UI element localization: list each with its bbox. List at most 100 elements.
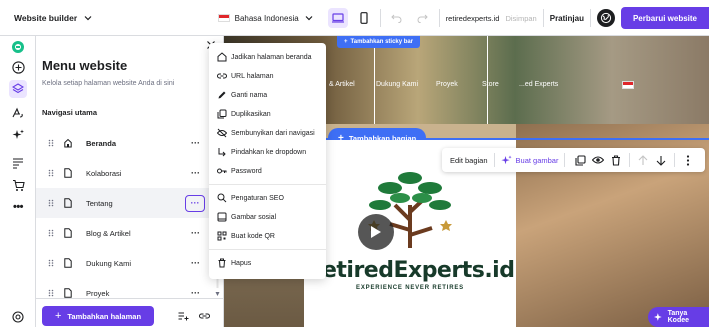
pages-button[interactable] (9, 80, 27, 98)
blog-button[interactable] (9, 154, 27, 172)
store-button[interactable] (9, 176, 27, 194)
builder-selector[interactable]: Website builder (0, 13, 93, 23)
edit-section-button[interactable]: Edit bagian (442, 156, 488, 165)
page-row-tentang[interactable]: Tentang ··· (36, 188, 222, 218)
more-vertical-icon (687, 154, 690, 166)
menu-item-social-image[interactable]: Gambar sosial (209, 207, 326, 227)
language-selector[interactable]: Bahasa Indonesia (217, 13, 314, 23)
plus-icon: + (54, 310, 62, 322)
image-icon (217, 212, 227, 222)
drag-handle-icon[interactable] (48, 199, 54, 207)
page-label: Kolaborasi (86, 168, 122, 178)
menu-item-label: URL halaman (231, 72, 274, 80)
more-options-icon[interactable]: ··· (191, 169, 200, 178)
domain-link[interactable]: retiredexperts.id (446, 14, 500, 23)
sparkle-icon (500, 155, 512, 164)
mobile-icon (360, 12, 368, 24)
ask-kodee-button[interactable]: Tanya Kodee (648, 307, 709, 327)
language-label: Bahasa Indonesia (234, 13, 299, 23)
move-up-button[interactable] (634, 151, 652, 169)
photo-divider (374, 36, 375, 124)
more-options-icon[interactable]: ··· (191, 259, 200, 268)
more-options-button-active[interactable]: ··· (185, 194, 205, 212)
page-icon (64, 288, 72, 298)
preview-button[interactable]: Pratinjau (550, 14, 584, 23)
site-nav-item[interactable]: & Artikel (329, 81, 355, 88)
menu-item-page-url[interactable]: URL halaman (209, 66, 326, 86)
help-circle-icon (12, 311, 24, 323)
drag-handle-icon[interactable] (48, 229, 54, 237)
menu-item-seo-settings[interactable]: Pengaturan SEO (209, 188, 326, 208)
redo-button[interactable] (413, 8, 433, 28)
arrow-up-icon (639, 154, 648, 165)
logo-tagline: EXPERIENCE NEVER RETIRES (356, 285, 464, 291)
menu-item-set-homepage[interactable]: Jadikan halaman beranda (209, 47, 326, 67)
theme-button[interactable] (9, 38, 27, 56)
page-row-kolaborasi[interactable]: Kolaborasi ··· (36, 158, 222, 188)
section-more-button[interactable] (679, 151, 697, 169)
flag-indonesia-icon (217, 14, 230, 22)
menu-item-qr-code[interactable]: Buat kode QR (209, 226, 326, 246)
site-nav-item[interactable]: ...ed Experts (519, 81, 558, 88)
add-list-icon[interactable] (178, 311, 189, 321)
site-nav-item[interactable]: Store (482, 81, 499, 88)
site-flag-icon[interactable] (622, 81, 634, 89)
menu-item-rename[interactable]: Ganti nama (209, 85, 326, 105)
duplicate-button[interactable] (571, 151, 589, 169)
move-down-button[interactable] (652, 151, 670, 169)
visibility-button[interactable] (589, 151, 607, 169)
more-options-icon[interactable]: ··· (191, 139, 200, 148)
make-image-label: Buat gambar (515, 155, 559, 165)
menu-item-duplicate[interactable]: Duplikasikan (209, 104, 326, 124)
page-icon (64, 258, 72, 268)
drag-handle-icon[interactable] (48, 289, 54, 297)
page-label: Beranda (86, 138, 117, 148)
menu-item-delete[interactable]: Hapus (209, 253, 326, 273)
site-nav-item[interactable]: Proyek (436, 81, 458, 88)
help-button[interactable] (9, 308, 27, 326)
delete-section-button[interactable] (607, 151, 625, 169)
desktop-view-button[interactable] (327, 8, 348, 28)
link-icon[interactable] (199, 311, 210, 321)
menu-item-label: Ganti nama (231, 91, 268, 99)
more-options-icon[interactable]: ··· (191, 289, 200, 298)
drag-handle-icon[interactable] (48, 169, 54, 177)
menu-item-label: Hapus (231, 259, 252, 267)
ai-tools-button[interactable] (9, 126, 27, 144)
sparkle-icon (654, 313, 662, 321)
add-page-label: Tambahkan halaman (67, 311, 142, 321)
styles-button[interactable] (9, 104, 27, 122)
page-icon (64, 168, 72, 178)
eye-icon (592, 156, 605, 164)
make-image-button[interactable]: Buat gambar (500, 155, 559, 166)
globe-icon[interactable] (596, 9, 615, 27)
update-website-button[interactable]: Perbarui website (620, 7, 709, 29)
page-row-beranda[interactable]: Beranda ··· (36, 128, 222, 158)
menu-item-label: Duplikasikan (231, 110, 271, 118)
more-button[interactable]: ••• (9, 198, 27, 216)
plus-circle-icon (11, 60, 25, 74)
menu-item-hide-from-nav[interactable]: Sembunyikan dari navigasi (209, 123, 326, 143)
page-row-blog[interactable]: Blog & Artikel ··· (36, 218, 222, 248)
divider (542, 9, 544, 27)
desktop-icon (331, 13, 344, 23)
panel-subtitle: Kelola setiap halaman website Anda di si… (42, 80, 175, 87)
site-nav-item[interactable]: Dukung Kami (376, 81, 418, 88)
trash-icon (218, 258, 226, 268)
menu-item-password[interactable]: Password (209, 161, 326, 181)
play-video-button[interactable] (358, 214, 394, 250)
add-element-button[interactable] (9, 58, 27, 76)
page-row-dukung-kami[interactable]: Dukung Kami ··· (36, 248, 222, 278)
add-page-button[interactable]: + Tambahkan halaman (42, 306, 154, 326)
divider (493, 153, 495, 167)
document-lines-icon (13, 158, 23, 169)
undo-button[interactable] (387, 8, 407, 28)
more-options-icon[interactable]: ··· (191, 229, 200, 238)
mobile-view-button[interactable] (354, 8, 374, 28)
menu-item-move-to-dropdown[interactable]: Pindahkan ke dropdown (209, 142, 326, 162)
arrow-turn-icon (218, 148, 226, 157)
drag-handle-icon[interactable] (48, 139, 54, 147)
drag-handle-icon[interactable] (48, 259, 54, 267)
add-sticky-bar-button[interactable]: + Tambahkan sticky bar (337, 36, 421, 48)
plus-icon: + (344, 39, 348, 45)
